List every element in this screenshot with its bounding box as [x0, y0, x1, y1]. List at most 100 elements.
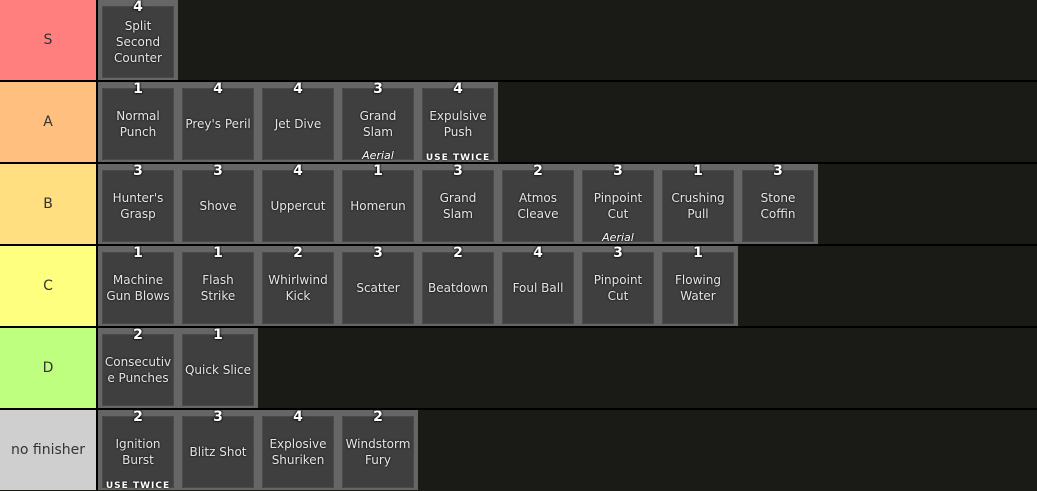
- item-name: Foul Ball: [512, 281, 564, 295]
- item-number: 4: [533, 245, 543, 261]
- item-image: Expulsive Push USE TWICE: [422, 88, 494, 163]
- item-name: Flowing Water: [675, 273, 721, 303]
- tier-item-card[interactable]: 2 Windstorm Fury: [338, 410, 418, 490]
- tier-item-card[interactable]: 4 Explosive Shuriken: [258, 410, 338, 490]
- item-number: 3: [213, 163, 223, 179]
- item-name: Jet Dive: [274, 117, 322, 131]
- tier-item-card[interactable]: 1 Crushing Pull: [658, 164, 738, 244]
- tier-list: S 4 Split Second Counter A 1 Normal Punch 4 Pre…: [0, 0, 1037, 491]
- item-name: Grand Slam: [359, 109, 397, 139]
- item-image: Prey's Peril: [182, 88, 254, 160]
- item-image: Hunter's Grasp: [102, 170, 174, 242]
- item-image: Scatter: [342, 252, 414, 324]
- tier-label[interactable]: no finisher: [0, 410, 98, 490]
- item-number: 3: [373, 81, 383, 97]
- item-image: Windstorm Fury: [342, 416, 414, 488]
- item-number: 4: [293, 163, 303, 179]
- item-number: 1: [693, 163, 703, 179]
- tier-item-card[interactable]: 3 Pinpoint Cut: [578, 246, 658, 326]
- item-number: 1: [213, 327, 223, 343]
- item-image: Flowing Water: [662, 252, 734, 324]
- item-number: 2: [133, 409, 143, 425]
- item-name: Flash Strike: [200, 273, 236, 303]
- tier-item-card[interactable]: 3 Stone Coffin: [738, 164, 818, 244]
- item-number: 2: [533, 163, 543, 179]
- item-name: Grand Slam: [439, 191, 477, 221]
- item-image: Quick Slice: [182, 334, 254, 406]
- tier-row: C 1 Machine Gun Blows 1 Flash Strike 2 Whirlwi…: [0, 246, 1037, 326]
- item-number: 1: [693, 245, 703, 261]
- tier-item-card[interactable]: 2 Whirlwind Kick: [258, 246, 338, 326]
- item-image: Atmos Cleave: [502, 170, 574, 242]
- tier-item-card[interactable]: 3 Hunter's Grasp: [98, 164, 178, 244]
- tier-item-card[interactable]: 2 Ignition Burst USE TWICE: [98, 409, 178, 491]
- tier-item-card[interactable]: 3 Scatter: [338, 246, 418, 326]
- tier-item-card[interactable]: 4 Prey's Peril: [178, 82, 258, 162]
- item-number: 4: [293, 409, 303, 425]
- item-image: Ignition Burst USE TWICE: [102, 416, 174, 491]
- item-number: 3: [373, 245, 383, 261]
- tier-row: B 3 Hunter's Grasp 3 Shove 4 Uppercut 1 Homerun 3…: [0, 164, 1037, 244]
- tier-items: 3 Hunter's Grasp 3 Shove 4 Uppercut 1 Homerun 3 G…: [98, 164, 818, 244]
- item-name: Ignition Burst: [115, 437, 161, 467]
- item-number: 3: [773, 163, 783, 179]
- tier-label[interactable]: D: [0, 328, 98, 408]
- tier-item-card[interactable]: 4 Foul Ball: [498, 246, 578, 326]
- item-number: 3: [213, 409, 223, 425]
- item-image: Stone Coffin: [742, 170, 814, 242]
- item-image: Jet Dive: [262, 88, 334, 160]
- tier-item-card[interactable]: 3 Grand Slam Aerial: [338, 82, 418, 162]
- tier-item-card[interactable]: 1 Machine Gun Blows: [98, 246, 178, 326]
- item-name: Crushing Pull: [671, 191, 725, 221]
- item-name: Pinpoint Cut: [593, 273, 643, 303]
- tier-items: 1 Normal Punch 4 Prey's Peril 4 Jet Dive 3 Gran…: [98, 81, 498, 163]
- tier-item-card[interactable]: 4 Expulsive Push USE TWICE: [418, 81, 498, 163]
- item-image: Beatdown: [422, 252, 494, 324]
- item-number: 1: [133, 81, 143, 97]
- item-number: 4: [133, 0, 143, 15]
- item-name: Uppercut: [270, 199, 326, 213]
- tier-label[interactable]: B: [0, 164, 98, 244]
- item-name: Shove: [199, 199, 237, 213]
- tier-item-card[interactable]: 3 Pinpoint Cut Aerial: [578, 164, 658, 244]
- item-image: Crushing Pull: [662, 170, 734, 242]
- tier-item-card[interactable]: 2 Atmos Cleave: [498, 164, 578, 244]
- tier-label[interactable]: S: [0, 0, 98, 80]
- tier-item-card[interactable]: 2 Beatdown: [418, 246, 498, 326]
- tier-item-card[interactable]: 1 Flowing Water: [658, 246, 738, 326]
- item-subtitle: Aerial: [602, 231, 634, 244]
- item-image: Grand Slam: [422, 170, 494, 242]
- item-name: Stone Coffin: [760, 191, 796, 221]
- item-image: Grand Slam Aerial: [342, 88, 414, 162]
- tier-row: no finisher 2 Ignition Burst USE TWICE 3 Blit…: [0, 409, 1037, 491]
- tier-item-card[interactable]: 4 Uppercut: [258, 164, 338, 244]
- tier-item-card[interactable]: 3 Shove: [178, 164, 258, 244]
- tier-item-card[interactable]: 1 Homerun: [338, 164, 418, 244]
- item-image: Flash Strike: [182, 252, 254, 324]
- item-number: 2: [293, 245, 303, 261]
- item-name: Quick Slice: [184, 363, 251, 377]
- item-image: Split Second Counter: [102, 6, 174, 78]
- item-name: Prey's Peril: [185, 117, 251, 131]
- item-image: Explosive Shuriken: [262, 416, 334, 488]
- item-name: Explosive Shuriken: [269, 437, 327, 467]
- tier-item-card[interactable]: 3 Blitz Shot: [178, 410, 258, 490]
- tier-item-card[interactable]: 2 Consecutive Punches: [98, 328, 178, 408]
- tier-item-card[interactable]: 1 Quick Slice: [178, 328, 258, 408]
- tier-item-card[interactable]: 1 Normal Punch: [98, 82, 178, 162]
- tier-label[interactable]: C: [0, 246, 98, 326]
- item-number: 1: [213, 245, 223, 261]
- tier-item-card[interactable]: 4 Jet Dive: [258, 82, 338, 162]
- item-number: 3: [453, 163, 463, 179]
- tier-item-card[interactable]: 4 Split Second Counter: [98, 0, 178, 80]
- item-name: Machine Gun Blows: [106, 273, 170, 303]
- item-image: Homerun: [342, 170, 414, 242]
- item-number: 4: [453, 81, 463, 97]
- item-image: Consecutive Punches: [102, 334, 174, 406]
- item-subtitle: USE TWICE: [105, 481, 171, 491]
- tier-label[interactable]: A: [0, 82, 98, 162]
- item-name: Whirlwind Kick: [268, 273, 328, 303]
- tier-item-card[interactable]: 3 Grand Slam: [418, 164, 498, 244]
- item-image: Pinpoint Cut: [582, 252, 654, 324]
- tier-item-card[interactable]: 1 Flash Strike: [178, 246, 258, 326]
